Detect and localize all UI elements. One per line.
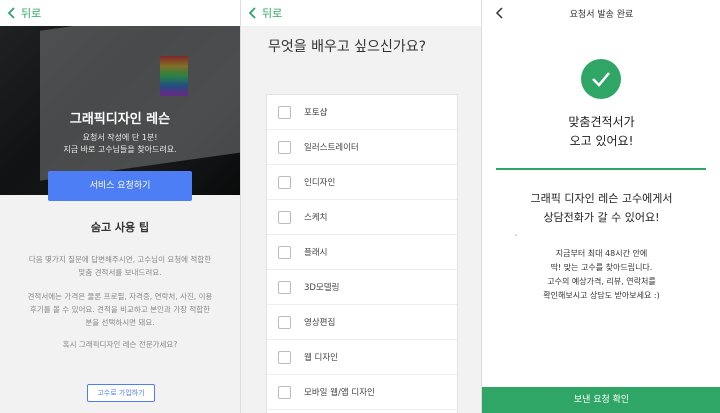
checkbox[interactable] <box>278 140 291 154</box>
chevron-left-icon <box>248 7 256 19</box>
question-title: 무엇을 배우고 싶으신가요? <box>268 39 427 55</box>
hero-banner: 그래픽디자인 레슨 요청서 작성에 단 1분! 지금 바로 고수님들을 찾아드려… <box>0 26 240 195</box>
request-service-button[interactable]: 서비스 요청하기 <box>48 171 192 201</box>
option-item[interactable]: 포토샵 <box>267 95 457 130</box>
headline: 맞춤견적서가 오고 있어요! <box>568 115 635 148</box>
back-label: 뒤로 <box>21 7 42 20</box>
option-item[interactable]: 3D모델링 <box>267 270 457 305</box>
join-as-pro-button[interactable]: 고수로 가입하기 <box>87 384 155 402</box>
chevron-left-icon <box>495 7 503 19</box>
option-item[interactable]: 인디자인 <box>267 165 457 200</box>
back-label: 뒤로 <box>262 7 283 20</box>
lesson-intro-panel: 뒤로 그래픽디자인 레슨 요청서 작성에 단 1분! 지금 바로 고수님들을 찾… <box>0 0 240 413</box>
chevron-left-icon <box>7 7 15 19</box>
hero-subtitle: 요청서 작성에 단 1분! 지금 바로 고수님들을 찾아드려요. <box>63 133 177 154</box>
question-panel: 뒤로 무엇을 배우고 싶으신가요? 포토샵 일러스트레이터 인디자인 스케치 플… <box>240 0 481 413</box>
hero-title: 그래픽디자인 레슨 <box>69 112 171 127</box>
top-bar: 뒤로 <box>0 0 240 26</box>
option-item[interactable]: 플래시 <box>267 235 457 270</box>
checkbox[interactable] <box>278 315 291 329</box>
checkbox[interactable] <box>278 175 291 189</box>
tips-paragraph: 다음 몇가지 질문에 답변해주시면, 고수님이 요청에 적합한 맞춤 견적서를 … <box>28 255 212 277</box>
sub-headline: 그래픽 디자인 레슨 고수에게서 상담전화가 갈 수 있어요! <box>530 192 673 224</box>
checkbox[interactable] <box>278 245 291 259</box>
divider <box>496 168 706 170</box>
checkmark-icon <box>581 59 621 99</box>
top-bar: 요청서 발송 완료 <box>482 0 720 26</box>
back-button[interactable]: 뒤로 <box>0 5 41 21</box>
pro-question: 혹시 그래픽디자인 레슨 전문가세요? <box>62 340 178 349</box>
back-button[interactable] <box>488 7 509 19</box>
tips-title: 숨고 사용 팁 <box>90 221 150 234</box>
checkbox[interactable] <box>278 280 291 294</box>
info-text: 지금부터 최대 48시간 안에 딱! 맞는 고수를 찾아드립니다. 고수의 예상… <box>543 249 660 300</box>
tips-paragraph: 견적서에는 가격은 물론 프로필, 자격증, 연락처, 사진, 이용 후기를 볼… <box>27 292 213 327</box>
option-item[interactable]: 웹 디자인 <box>267 340 457 375</box>
option-item[interactable]: 스케치 <box>267 200 457 235</box>
option-item[interactable]: 모바일 웹/앱 디자인 <box>267 375 457 410</box>
options-list: 포토샵 일러스트레이터 인디자인 스케치 플래시 3D모델링 영상편집 웹 디자… <box>266 94 458 413</box>
option-item[interactable]: 일러스트레이터 <box>267 130 457 165</box>
checkbox[interactable] <box>278 385 291 399</box>
request-sent-panel: 요청서 발송 완료 맞춤견적서가 오고 있어요! 그래픽 디자인 레슨 고수에게… <box>481 0 720 413</box>
back-button[interactable]: 뒤로 <box>241 5 282 21</box>
option-item[interactable]: 영상편집 <box>267 305 457 340</box>
top-bar: 뒤로 <box>241 0 481 26</box>
view-sent-requests-button[interactable]: 보낸 요청 확인 <box>482 387 720 413</box>
checkbox[interactable] <box>278 105 291 119</box>
page-title: 요청서 발송 완료 <box>569 9 634 20</box>
checkbox[interactable] <box>278 210 291 224</box>
checkbox[interactable] <box>278 350 291 364</box>
